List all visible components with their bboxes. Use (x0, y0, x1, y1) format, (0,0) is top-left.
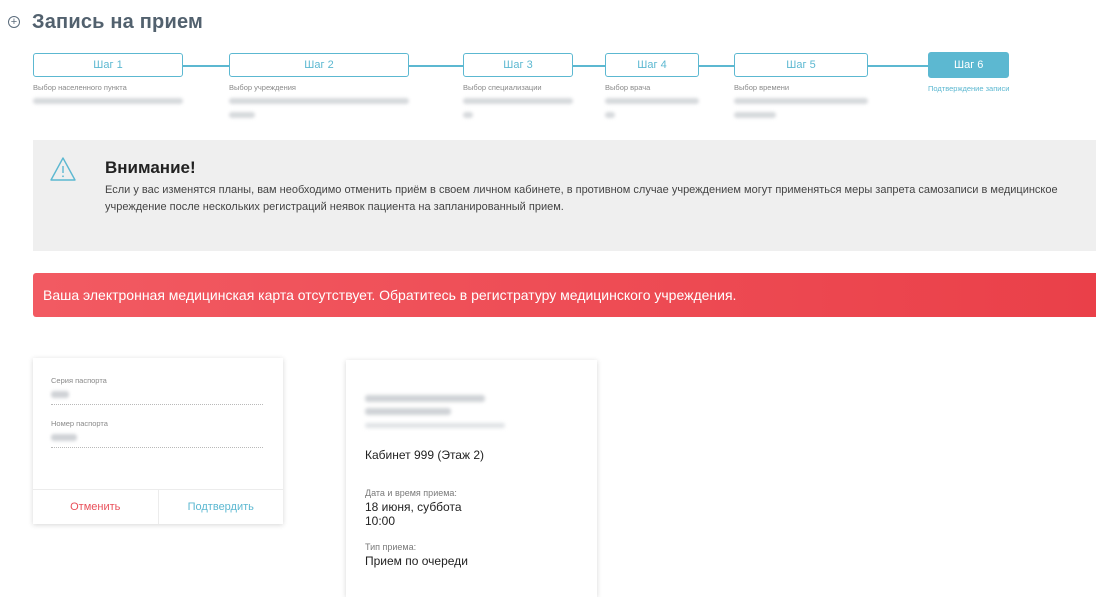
step-1-value (33, 98, 183, 104)
step-3-value (463, 98, 573, 104)
error-text: Ваша электронная медицинская карта отсут… (43, 287, 737, 303)
type-label: Тип приема: (365, 542, 417, 552)
step-5-value-2 (734, 112, 776, 118)
step-1-box[interactable]: Шаг 1 (33, 53, 183, 77)
passport-number-label: Номер паспорта (51, 419, 108, 428)
step-6[interactable]: Шаг 6 Подтверждение записи (928, 48, 1010, 93)
step-4-title: Выбор врача (605, 83, 651, 92)
passport-series-value[interactable] (51, 391, 69, 398)
step-5-value (734, 98, 868, 104)
appointment-card: Кабинет 999 (Этаж 2) Дата и время приема… (346, 360, 597, 597)
appointment-date: 18 июня, суббота (365, 500, 462, 514)
passport-number-value[interactable] (51, 434, 77, 441)
step-4[interactable]: Шаг 4 Выбор врача (605, 48, 699, 118)
warning-title: Внимание! (105, 158, 196, 177)
institution-address-line (365, 423, 505, 428)
error-banner: Ваша электронная медицинская карта отсут… (33, 273, 1096, 317)
confirm-button[interactable]: Подтвердить (159, 490, 284, 524)
institution-name-line (365, 395, 485, 402)
step-5-box[interactable]: Шаг 5 (734, 53, 868, 77)
step-4-box[interactable]: Шаг 4 (605, 53, 699, 77)
step-3-title: Выбор специализации (463, 83, 542, 92)
institution-name-line-2 (365, 408, 451, 415)
step-5-title: Выбор времени (734, 83, 790, 92)
field-underline (51, 447, 263, 448)
warning-notice: Внимание! Если у вас изменятся планы, ва… (33, 140, 1096, 251)
appointment-type: Прием по очереди (365, 554, 468, 568)
passport-number-field[interactable]: Номер паспорта (51, 419, 263, 448)
field-underline (51, 404, 263, 405)
stepper: Шаг 1 Выбор населенного пункта Шаг 2 Выб… (0, 48, 1096, 130)
step-2-value-2 (229, 112, 255, 118)
passport-series-field[interactable]: Серия паспорта (51, 376, 263, 405)
passport-series-label: Серия паспорта (51, 376, 107, 385)
circle-plus-icon[interactable]: + (8, 16, 20, 28)
datetime-label: Дата и время приема: (365, 488, 457, 498)
step-2-value (229, 98, 409, 104)
warning-text: Если у вас изменятся планы, вам необходи… (105, 184, 1058, 213)
card-actions: Отменить Подтвердить (33, 489, 283, 524)
cancel-button[interactable]: Отменить (33, 490, 159, 524)
room-info: Кабинет 999 (Этаж 2) (365, 448, 485, 462)
page-title: Запись на прием (32, 10, 204, 33)
step-3[interactable]: Шаг 3 Выбор специализации (463, 48, 573, 118)
passport-card: Серия паспорта Номер паспорта Отменить П… (33, 358, 283, 524)
appointment-time: 10:00 (365, 514, 396, 528)
step-5[interactable]: Шаг 5 Выбор времени (734, 48, 868, 118)
warning-triangle-icon (50, 157, 76, 181)
step-3-box[interactable]: Шаг 3 (463, 53, 573, 77)
step-4-value-2 (605, 112, 615, 118)
step-2-title: Выбор учреждения (229, 83, 296, 92)
step-3-value-2 (463, 112, 473, 118)
step-2[interactable]: Шаг 2 Выбор учреждения (229, 48, 409, 118)
step-4-value (605, 98, 699, 104)
step-1-title: Выбор населенного пункта (33, 83, 127, 92)
step-2-box[interactable]: Шаг 2 (229, 53, 409, 77)
step-6-box[interactable]: Шаг 6 (928, 52, 1010, 78)
step-1[interactable]: Шаг 1 Выбор населенного пункта (33, 48, 183, 104)
step-6-title: Подтверждение записи (928, 84, 1010, 93)
page-header: + Запись на прием (8, 8, 203, 36)
